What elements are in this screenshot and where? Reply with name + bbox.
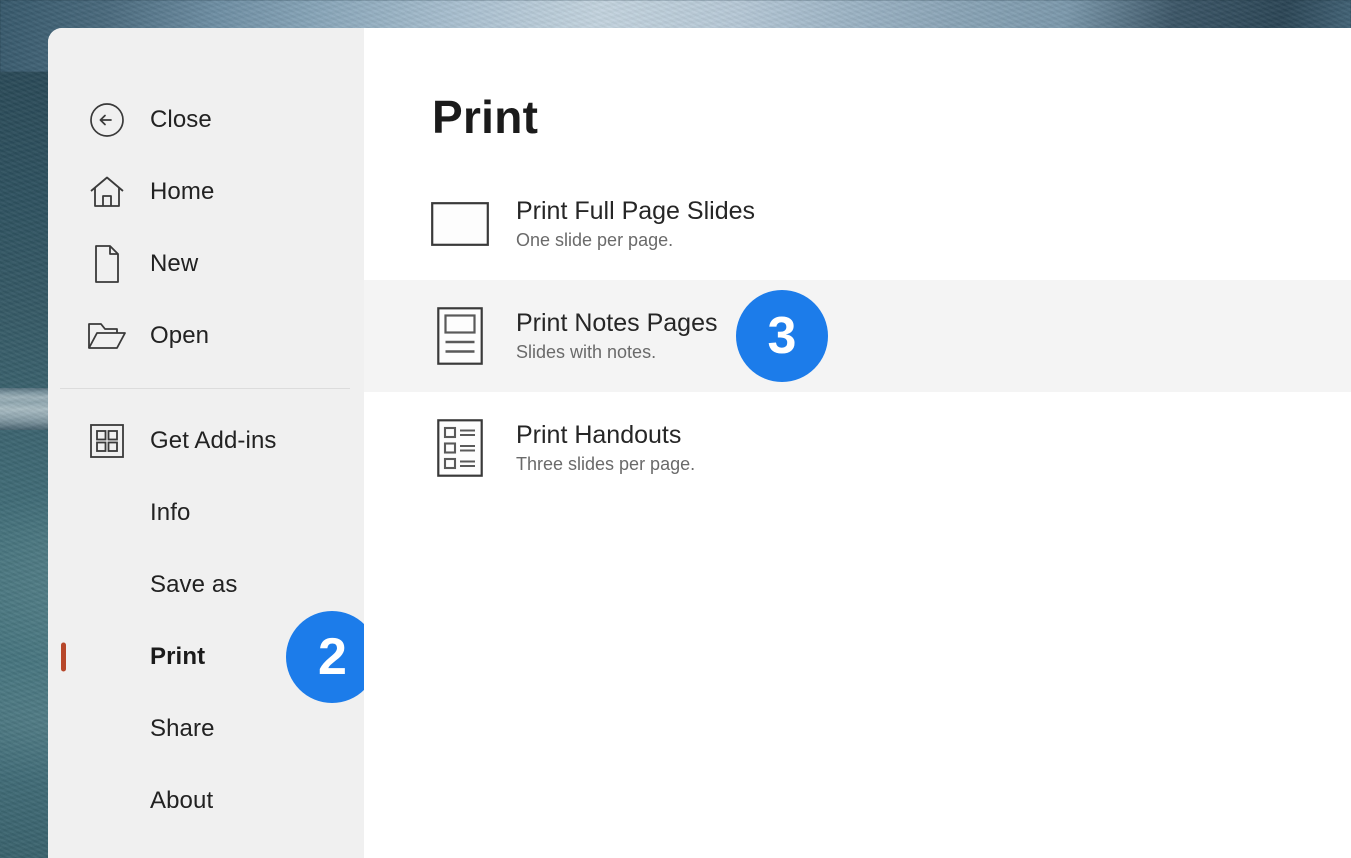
notes-page-icon	[430, 307, 490, 365]
option-title: Print Full Page Slides	[516, 196, 755, 227]
sidebar-item-get-add-ins[interactable]: Get Add-ins	[48, 405, 364, 477]
print-settings-pane: Print Print Full Page Slides One slide p…	[364, 28, 1351, 858]
option-title: Print Notes Pages	[516, 308, 718, 339]
sidebar-item-label: Print	[150, 643, 205, 671]
sidebar-item-close[interactable]: Close	[48, 84, 364, 156]
sidebar-item-new[interactable]: New	[48, 228, 364, 300]
sidebar-item-label: About	[150, 787, 213, 815]
option-subtitle: One slide per page.	[516, 229, 755, 252]
backstage-sidebar: Close Home	[48, 28, 364, 858]
sidebar-item-about[interactable]: About	[48, 765, 364, 837]
page-title: Print	[432, 90, 538, 144]
handouts-icon	[430, 419, 490, 477]
sidebar-item-label: Close	[150, 106, 212, 134]
option-print-handouts[interactable]: Print Handouts Three slides per page.	[364, 392, 1351, 504]
option-print-notes-pages[interactable]: Print Notes Pages Slides with notes. 3	[364, 280, 1351, 392]
sidebar-item-save-as[interactable]: Save as	[48, 549, 364, 621]
full-page-slide-icon	[430, 202, 490, 246]
sidebar-divider	[60, 388, 350, 389]
grid-addins-icon	[84, 422, 130, 460]
option-subtitle: Three slides per page.	[516, 453, 695, 476]
backstage-panel: Close Home	[48, 28, 1351, 858]
sidebar-item-print[interactable]: Print 2	[48, 621, 364, 693]
selection-indicator	[61, 643, 66, 672]
sidebar-item-info[interactable]: Info	[48, 477, 364, 549]
sidebar-item-label: Get Add-ins	[150, 427, 277, 455]
callout-badge-3: 3	[736, 290, 828, 382]
sidebar-item-label: Home	[150, 178, 214, 206]
sidebar-item-label: Info	[150, 499, 190, 527]
new-document-icon	[84, 244, 130, 284]
back-arrow-circle-icon	[84, 101, 130, 139]
option-title: Print Handouts	[516, 420, 695, 451]
option-text: Print Full Page Slides One slide per pag…	[516, 196, 755, 253]
option-text: Print Handouts Three slides per page.	[516, 420, 695, 477]
sidebar-nav-list: Close Home	[48, 28, 364, 837]
option-row-inner: Print Notes Pages Slides with notes. 3	[516, 290, 828, 382]
home-icon	[84, 173, 130, 211]
option-subtitle: Slides with notes.	[516, 341, 718, 364]
open-folder-icon	[84, 319, 130, 353]
sidebar-item-label: New	[150, 250, 198, 278]
sidebar-item-open[interactable]: Open	[48, 300, 364, 372]
sidebar-item-label: Share	[150, 715, 215, 743]
option-text: Print Notes Pages Slides with notes.	[516, 308, 718, 365]
option-print-full-page-slides[interactable]: Print Full Page Slides One slide per pag…	[364, 168, 1351, 280]
sidebar-item-share[interactable]: Share	[48, 693, 364, 765]
sidebar-item-label: Open	[150, 322, 209, 350]
sidebar-item-label: Save as	[150, 571, 237, 599]
sidebar-item-home[interactable]: Home	[48, 156, 364, 228]
print-layout-option-list: Print Full Page Slides One slide per pag…	[364, 168, 1351, 504]
